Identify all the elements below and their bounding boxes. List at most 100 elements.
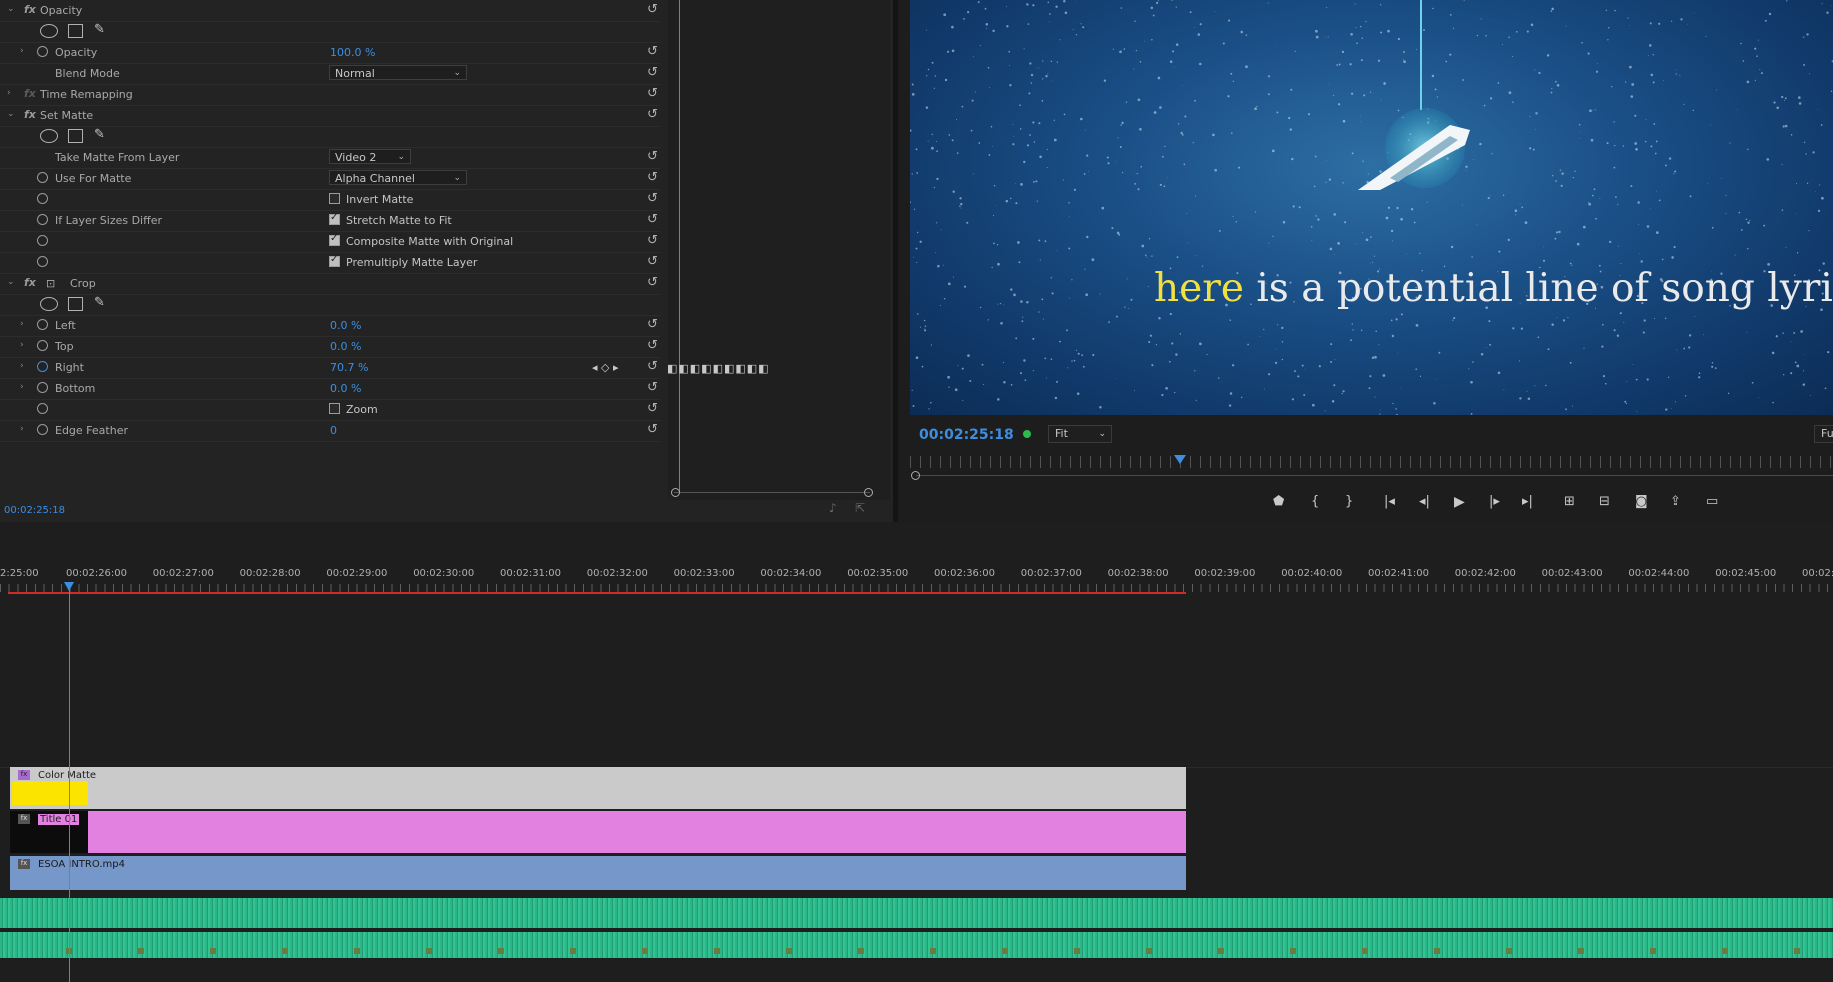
param-dropdown[interactable]: Video 2 ⌄ bbox=[329, 149, 411, 164]
param-checkbox[interactable] bbox=[329, 193, 340, 204]
effect-row[interactable]: ✎ bbox=[0, 21, 660, 43]
play-icon[interactable]: ▶ bbox=[1454, 494, 1465, 510]
color-matte-clip[interactable]: fx Color Matte bbox=[10, 767, 1186, 809]
stopwatch-icon[interactable] bbox=[37, 424, 48, 435]
monitor-scroll-handle[interactable] bbox=[911, 471, 920, 480]
param-value[interactable]: 100.0 % bbox=[330, 46, 375, 59]
audio-clip-1[interactable] bbox=[0, 898, 1833, 928]
ellipse-mask-icon[interactable] bbox=[40, 129, 58, 143]
effect-row[interactable]: Composite Matte with Original ↺ bbox=[0, 231, 660, 253]
reset-icon[interactable]: ↺ bbox=[647, 233, 658, 248]
rect-mask-icon[interactable] bbox=[68, 24, 83, 38]
rect-mask-icon[interactable] bbox=[68, 297, 83, 311]
stopwatch-icon[interactable] bbox=[37, 46, 48, 57]
fx-toggle-icon[interactable]: fx bbox=[24, 276, 36, 289]
scroll-handle-left[interactable] bbox=[671, 488, 680, 497]
param-dropdown[interactable]: Alpha Channel ⌄ bbox=[329, 170, 467, 185]
reset-icon[interactable]: ↺ bbox=[647, 338, 658, 353]
reset-icon[interactable]: ↺ bbox=[647, 170, 658, 185]
camera-icon[interactable]: ◙ bbox=[1635, 494, 1648, 509]
param-value[interactable]: 0.0 % bbox=[330, 382, 361, 395]
effect-row[interactable]: If Layer Sizes Differ Stretch Matte to Fi… bbox=[0, 210, 660, 232]
program-video-frame[interactable]: here is a potential line of song lyrics bbox=[910, 0, 1833, 415]
effects-current-time[interactable]: 00:02:25:18 bbox=[4, 505, 65, 516]
rect-mask-icon[interactable] bbox=[68, 129, 83, 143]
twirl-icon[interactable]: ⌄ bbox=[7, 4, 15, 14]
stopwatch-icon[interactable] bbox=[37, 403, 48, 414]
effect-row[interactable]: › Top 0.0 % ↺ bbox=[0, 336, 660, 358]
keyframe-scrollbar[interactable] bbox=[674, 492, 870, 493]
fx-toggle-icon[interactable]: fx bbox=[24, 87, 36, 100]
ellipse-mask-icon[interactable] bbox=[40, 24, 58, 38]
param-checkbox[interactable] bbox=[329, 403, 340, 414]
reset-icon[interactable]: ↺ bbox=[647, 107, 658, 122]
filter-audio-icon[interactable]: ♪ bbox=[829, 501, 837, 515]
param-value[interactable]: 70.7 % bbox=[330, 361, 368, 374]
reset-icon[interactable]: ↺ bbox=[647, 65, 658, 80]
param-checkbox[interactable] bbox=[329, 233, 340, 246]
reset-icon[interactable]: ↺ bbox=[647, 191, 658, 206]
effect-row[interactable]: ✎ bbox=[0, 294, 660, 316]
fx-toggle-icon[interactable]: fx bbox=[24, 108, 36, 121]
effect-row[interactable]: › Edge Feather 0 ↺ bbox=[0, 420, 660, 442]
fx-toggle-icon[interactable]: fx bbox=[24, 3, 36, 16]
resolution-dropdown[interactable]: Fu bbox=[1814, 425, 1833, 443]
effect-row[interactable]: › Right 70.7 % ◂ ◇ ▸ ↺ bbox=[0, 357, 660, 379]
effect-row[interactable]: Invert Matte ↺ bbox=[0, 189, 660, 211]
go-to-out-icon[interactable]: ▸| bbox=[1522, 494, 1533, 509]
work-area-bar[interactable] bbox=[8, 592, 1186, 594]
stopwatch-icon[interactable] bbox=[37, 256, 48, 267]
monitor-playhead[interactable] bbox=[1174, 455, 1186, 464]
twirl-icon[interactable]: ⌄ bbox=[7, 277, 15, 287]
reset-icon[interactable]: ↺ bbox=[647, 422, 658, 437]
stopwatch-icon[interactable] bbox=[37, 340, 48, 351]
lyrics-overlay[interactable]: here is a potential line of song lyrics bbox=[1154, 266, 1833, 311]
marker-icon[interactable]: ⬟ bbox=[1273, 494, 1284, 509]
audio-clip-2[interactable] bbox=[0, 932, 1833, 958]
twirl-icon[interactable]: › bbox=[7, 88, 11, 98]
param-checkbox[interactable] bbox=[329, 212, 340, 225]
pen-mask-icon[interactable]: ✎ bbox=[94, 22, 105, 37]
reset-icon[interactable]: ↺ bbox=[647, 380, 658, 395]
effect-row[interactable]: Blend Mode Normal ⌄ ↺ bbox=[0, 63, 660, 85]
twirl-icon[interactable]: › bbox=[20, 361, 24, 371]
stopwatch-icon[interactable] bbox=[37, 235, 48, 246]
export-frame-icon[interactable]: ⇱ bbox=[855, 501, 865, 515]
step-forward-icon[interactable]: |▸ bbox=[1489, 494, 1500, 509]
param-value[interactable]: 0 bbox=[330, 424, 337, 437]
twirl-icon[interactable]: › bbox=[20, 424, 24, 434]
video-clip[interactable]: fx ESOA INTRO.mp4 bbox=[10, 856, 1186, 890]
extract-icon[interactable]: ⊟ bbox=[1599, 494, 1610, 509]
param-value[interactable]: 0.0 % bbox=[330, 319, 361, 332]
twirl-icon[interactable]: › bbox=[20, 46, 24, 56]
reset-icon[interactable]: ↺ bbox=[647, 359, 658, 374]
effect-row[interactable]: Premultiply Matte Layer ↺ bbox=[0, 252, 660, 274]
twirl-icon[interactable]: › bbox=[20, 340, 24, 350]
twirl-icon[interactable]: › bbox=[20, 382, 24, 392]
effect-row[interactable]: › fx Time Remapping ↺ bbox=[0, 84, 660, 106]
crop-icon[interactable]: ⊡ bbox=[46, 277, 55, 290]
effects-playhead[interactable] bbox=[679, 0, 680, 492]
ellipse-mask-icon[interactable] bbox=[40, 297, 58, 311]
lift-icon[interactable]: ⊞ bbox=[1564, 494, 1575, 509]
twirl-icon[interactable]: › bbox=[20, 319, 24, 329]
mark-in-icon[interactable]: { bbox=[1311, 494, 1319, 509]
reset-icon[interactable]: ↺ bbox=[647, 401, 658, 416]
stopwatch-icon[interactable] bbox=[37, 193, 48, 204]
reset-icon[interactable]: ↺ bbox=[647, 2, 658, 17]
effect-row[interactable]: ⌄ fx Set Matte ↺ bbox=[0, 105, 660, 127]
stopwatch-icon[interactable] bbox=[37, 382, 48, 393]
zoom-fit-dropdown[interactable]: Fit ⌄ bbox=[1048, 425, 1112, 443]
effect-row[interactable]: ⌄ fx ⊡ Crop ↺ bbox=[0, 273, 660, 295]
keyframe-nav-icon[interactable]: ◂ ◇ ▸ bbox=[592, 361, 619, 374]
reset-icon[interactable]: ↺ bbox=[647, 317, 658, 332]
effect-row[interactable]: ⌄ fx Opacity ↺ bbox=[0, 0, 660, 22]
stopwatch-icon[interactable] bbox=[37, 172, 48, 183]
program-timecode[interactable]: 00:02:25:18 bbox=[919, 427, 1014, 443]
effect-row[interactable]: Zoom ↺ bbox=[0, 399, 660, 421]
effect-row[interactable]: › Bottom 0.0 % ↺ bbox=[0, 378, 660, 400]
param-dropdown[interactable]: Normal ⌄ bbox=[329, 65, 467, 80]
param-value[interactable]: 0.0 % bbox=[330, 340, 361, 353]
scroll-handle-right[interactable] bbox=[864, 488, 873, 497]
reset-icon[interactable]: ↺ bbox=[647, 86, 658, 101]
